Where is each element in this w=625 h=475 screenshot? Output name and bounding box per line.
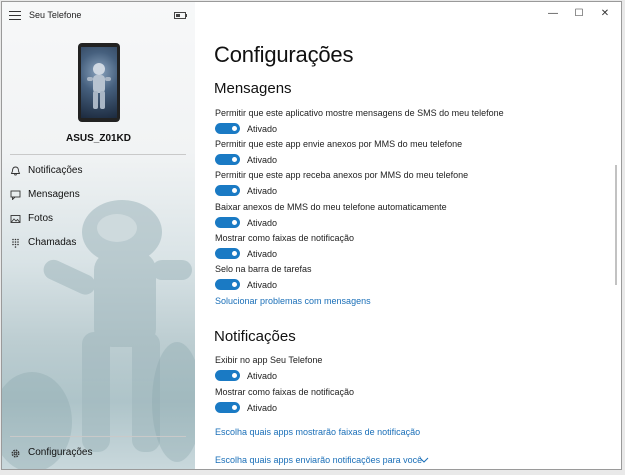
app-window: Seu Telefone ASUS_Z01KD Notificações Men… [1, 1, 622, 470]
toggle-state: Ativado [247, 186, 278, 196]
nav-item-configuracoes[interactable]: Configurações [2, 442, 195, 464]
toggle-state: Ativado [247, 218, 278, 228]
toggle-state: Ativado [247, 371, 278, 381]
minimize-button[interactable]: — [546, 8, 560, 20]
nav-item-mensagens[interactable]: Mensagens [2, 184, 195, 206]
setting-label: Permitir que este app receba anexos por … [215, 170, 469, 180]
main-content: — ☐ ✕ Configurações Mensagens Permitir q… [195, 2, 621, 469]
toggle-state: Ativado [247, 280, 278, 290]
maximize-button[interactable]: ☐ [572, 8, 586, 20]
toggle-switch[interactable] [215, 123, 240, 134]
battery-icon [174, 12, 187, 19]
toggle-switch[interactable] [215, 248, 240, 259]
toggle-switch[interactable] [215, 185, 240, 196]
notification-banner-apps-link[interactable]: Escolha quais apps mostrarão faixas de n… [215, 427, 420, 437]
toggle-state: Ativado [247, 124, 278, 134]
phone-wallpaper [81, 47, 117, 118]
sidebar-bottom-divider [10, 436, 186, 437]
chevron-down-icon[interactable] [419, 456, 429, 464]
bell-icon [10, 166, 21, 176]
sidebar: Seu Telefone ASUS_Z01KD Notificações Men… [2, 2, 195, 469]
device-name: ASUS_Z01KD [65, 133, 132, 144]
notification-apps-link[interactable]: Escolha quais apps enviarão notificações… [215, 455, 422, 465]
toggle-state: Ativado [247, 155, 278, 165]
phone-image [78, 43, 120, 122]
section-title-mensagens: Mensagens [214, 80, 292, 97]
toggle-state: Ativado [247, 249, 278, 259]
nav-label: Fotos [28, 213, 54, 224]
setting-label: Exibir no app Seu Telefone [215, 355, 323, 365]
astronaut-wallpaper-icon [87, 63, 111, 109]
troubleshoot-messages-link[interactable]: Solucionar problemas com mensagens [215, 296, 371, 306]
toggle-switch[interactable] [215, 279, 240, 290]
toggle-switch[interactable] [215, 217, 240, 228]
sidebar-header: Seu Telefone [2, 2, 195, 28]
nav-label: Configurações [28, 447, 93, 458]
scrollbar[interactable] [615, 165, 617, 285]
nav-item-fotos[interactable]: Fotos [2, 208, 195, 230]
gear-icon [11, 449, 20, 458]
setting-label: Baixar anexos de MMS do meu telefone aut… [215, 202, 447, 212]
section-title-notificacoes: Notificações [214, 328, 296, 345]
close-button[interactable]: ✕ [598, 8, 612, 20]
setting-label: Mostrar como faixas de notificação [215, 387, 355, 397]
setting-label: Mostrar como faixas de notificação [215, 233, 355, 243]
nav-label: Mensagens [28, 189, 80, 200]
app-title: Seu Telefone [29, 10, 82, 20]
setting-label: Selo na barra de tarefas [215, 264, 312, 274]
setting-label: Permitir que este app envie anexos por M… [215, 139, 463, 149]
photo-icon [10, 215, 21, 223]
nav-item-chamadas[interactable]: Chamadas [2, 232, 195, 254]
toggle-state: Ativado [247, 403, 278, 413]
toggle-switch[interactable] [215, 402, 240, 413]
toggle-switch[interactable] [215, 370, 240, 381]
sidebar-divider [10, 154, 186, 155]
nav-item-notificacoes[interactable]: Notificações [2, 160, 195, 182]
hamburger-menu-icon[interactable] [9, 11, 21, 20]
dialpad-icon [12, 238, 19, 248]
nav-label: Notificações [28, 165, 83, 176]
nav-label: Chamadas [28, 237, 77, 248]
toggle-switch[interactable] [215, 154, 240, 165]
setting-label: Permitir que este aplicativo mostre mens… [215, 108, 504, 118]
page-title: Configurações [214, 42, 354, 67]
message-icon [10, 190, 21, 200]
